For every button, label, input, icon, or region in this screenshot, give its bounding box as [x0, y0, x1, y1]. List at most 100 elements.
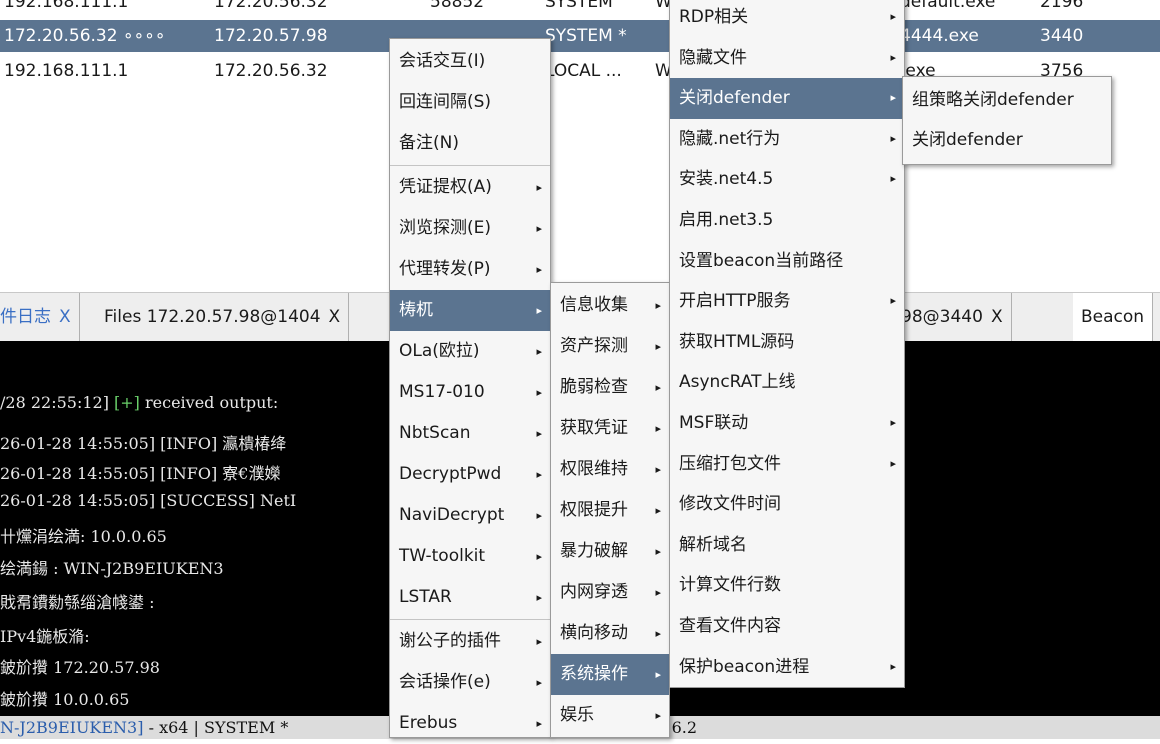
menu-item-label: MSF联动	[679, 413, 749, 433]
menu-item-session-ops[interactable]: 会话操作(e) ▸	[390, 662, 550, 703]
defender-item-disable-defender[interactable]: 关闭defender	[903, 120, 1111, 160]
menu-item-taowu[interactable]: 梼杌 ▸	[390, 290, 550, 331]
menu-item-nbtscan[interactable]: NbtScan ▸	[390, 413, 550, 454]
sysops-item-modify-file-time[interactable]: 修改文件时间	[670, 484, 904, 525]
menu-item-label: 浏览探测(E)	[399, 218, 492, 238]
taowu-item-brute-force[interactable]: 暴力破解 ▸	[551, 531, 669, 572]
console-line: 绘満鍚 : WIN-J2B9EIUKEN3	[0, 559, 224, 578]
menu-item-label: MS17-010	[399, 382, 485, 402]
tab-close-icon[interactable]: X	[991, 307, 1003, 327]
submenu-arrow-icon: ▸	[536, 591, 542, 604]
taowu-item-asset-probe[interactable]: 资产探测 ▸	[551, 326, 669, 367]
taowu-item-lateral-movement[interactable]: 横向移动 ▸	[551, 613, 669, 654]
taowu-item-system-ops[interactable]: 系统操作 ▸	[551, 654, 669, 695]
submenu-arrow-icon: ▸	[655, 463, 661, 476]
menu-item-proxy-pivot[interactable]: 代理转发(P) ▸	[390, 249, 550, 290]
menu-item-label: 关闭defender	[912, 130, 1023, 150]
submenu-arrow-icon: ▸	[536, 468, 542, 481]
menu-item-label: 组策略关闭defender	[912, 90, 1074, 110]
sysops-item-rdp[interactable]: RDP相关 ▸	[670, 0, 904, 38]
cell-pid: 3440	[1040, 26, 1084, 46]
submenu-arrow-icon: ▸	[536, 345, 542, 358]
taowu-item-vuln-check[interactable]: 脆弱检查 ▸	[551, 367, 669, 408]
taowu-item-info-gather[interactable]: 信息收集 ▸	[551, 285, 669, 326]
sysops-item-msf-link[interactable]: MSF联动 ▸	[670, 403, 904, 444]
console-line: 鈹斺攢 10.0.0.65	[0, 690, 130, 709]
sysops-item-count-file-lines[interactable]: 计算文件行数	[670, 565, 904, 606]
taowu-item-fun[interactable]: 娱乐 ▸	[551, 695, 669, 736]
menu-item-navidecrypt[interactable]: NaviDecrypt ▸	[390, 495, 550, 536]
menu-item-sleep-interval[interactable]: 回连间隔(S)	[390, 82, 550, 123]
menu-item-credential-escalate[interactable]: 凭证提权(A) ▸	[390, 167, 550, 208]
sysops-item-enable-net35[interactable]: 启用.net3.5	[670, 200, 904, 241]
sysops-item-disable-defender[interactable]: 关闭defender ▸	[670, 78, 904, 119]
table-row-selected[interactable]: 172.20.56.32 ∘∘∘∘ 172.20.57.98 SYSTEM * …	[0, 20, 1160, 52]
menu-item-browse-explore[interactable]: 浏览探测(E) ▸	[390, 208, 550, 249]
submenu-arrow-icon: ▸	[655, 709, 661, 722]
menu-item-lstar[interactable]: LSTAR ▸	[390, 577, 550, 618]
menu-item-xiegongzi-plugin[interactable]: 谢公子的插件 ▸	[390, 621, 550, 662]
menu-item-label: TW-toolkit	[399, 546, 486, 566]
menu-item-label: 关闭defender	[679, 88, 790, 109]
sysops-item-get-html-source[interactable]: 获取HTML源码	[670, 322, 904, 363]
tab-files[interactable]: Files 172.20.57.98@1404 X	[96, 293, 350, 341]
sysops-item-start-http-server[interactable]: 开启HTTP服务 ▸	[670, 281, 904, 322]
defender-item-gpo-disable-defender[interactable]: 组策略关闭defender	[903, 80, 1111, 120]
taowu-submenu: 信息收集 ▸ 资产探测 ▸ 脆弱检查 ▸ 获取凭证 ▸ 权限维持 ▸ 权限提升 ▸ 暴力破解 ▸ 内网穿透 ▸…	[550, 282, 670, 738]
tab-beacon[interactable]: Beacon	[1073, 293, 1154, 341]
taowu-item-get-credentials[interactable]: 获取凭证 ▸	[551, 408, 669, 449]
menu-item-label: 回连间隔(S)	[399, 92, 492, 112]
submenu-arrow-icon: ▸	[890, 131, 896, 145]
menu-item-decryptpwd[interactable]: DecryptPwd ▸	[390, 454, 550, 495]
sysops-item-resolve-domain[interactable]: 解析域名	[670, 525, 904, 566]
sysops-item-protect-beacon-process[interactable]: 保护beacon进程 ▸	[670, 647, 904, 688]
cell-pid: 2196	[1040, 0, 1084, 12]
sysops-item-view-file[interactable]: 查看文件内容	[670, 606, 904, 647]
taowu-item-privilege-escalation[interactable]: 权限提升 ▸	[551, 490, 669, 531]
menu-item-ms17-010[interactable]: MS17-010 ▸	[390, 372, 550, 413]
submenu-arrow-icon: ▸	[890, 294, 896, 308]
menu-item-ola[interactable]: OLa(欧拉) ▸	[390, 331, 550, 372]
submenu-arrow-icon: ▸	[655, 381, 661, 394]
cell-internal: 172.20.56.32	[214, 0, 328, 12]
submenu-arrow-icon: ▸	[655, 422, 661, 435]
table-row[interactable]: 192.168.111.1 172.20.56.32 58852 SYSTEM …	[0, 0, 1160, 18]
tab-event-log[interactable]: 件日志 X	[0, 293, 80, 341]
tab-close-icon[interactable]: X	[329, 307, 341, 327]
console-line: 26-01-28 14:55:05] [INFO] 寮€濮嬫	[0, 464, 281, 483]
menu-item-erebus[interactable]: Erebus ▸	[390, 703, 550, 744]
submenu-arrow-icon: ▸	[536, 427, 542, 440]
sysops-item-compress-files[interactable]: 压缩打包文件 ▸	[670, 444, 904, 485]
menu-item-label: 代理转发(P)	[399, 259, 491, 279]
tab-label: 件日志	[0, 307, 51, 327]
tab-close-icon[interactable]: X	[59, 307, 71, 327]
submenu-arrow-icon: ▸	[536, 717, 542, 730]
sysops-item-hide-net-behavior[interactable]: 隐藏.net行为 ▸	[670, 119, 904, 160]
submenu-arrow-icon: ▸	[890, 91, 896, 105]
submenu-arrow-icon: ▸	[655, 340, 661, 353]
sysops-item-asyncrat[interactable]: AsyncRAT上线	[670, 362, 904, 403]
cell-process: 4444.exe	[900, 26, 979, 46]
console-line: /28 22:55:12] [+] received output:	[0, 393, 279, 412]
menu-item-note[interactable]: 备注(N)	[390, 123, 550, 164]
sysops-item-hide-file[interactable]: 隐藏文件 ▸	[670, 38, 904, 79]
menu-separator	[390, 165, 550, 166]
taowu-item-intranet-tunnel[interactable]: 内网穿透 ▸	[551, 572, 669, 613]
menu-item-label: 压缩打包文件	[679, 453, 781, 474]
menu-item-label: 系统操作	[560, 664, 628, 684]
menu-item-label: 暴力破解	[560, 541, 628, 561]
menu-item-label: 权限维持	[560, 459, 628, 479]
menu-item-label: 获取凭证	[560, 418, 628, 438]
cell-internal: 172.20.56.32	[214, 61, 328, 81]
taowu-item-persistence[interactable]: 权限维持 ▸	[551, 449, 669, 490]
sysops-item-set-beacon-path[interactable]: 设置beacon当前路径	[670, 241, 904, 282]
console-line: IPv4鍦板潃:	[0, 627, 90, 646]
menu-item-label: 设置beacon当前路径	[679, 250, 844, 271]
submenu-arrow-icon: ▸	[890, 172, 896, 186]
menu-item-label: NbtScan	[399, 423, 471, 443]
menu-item-label: Erebus	[399, 713, 458, 733]
submenu-arrow-icon: ▸	[536, 304, 542, 317]
sysops-item-install-net45[interactable]: 安装.net4.5 ▸	[670, 159, 904, 200]
menu-item-tw-toolkit[interactable]: TW-toolkit ▸	[390, 536, 550, 577]
menu-item-session-interact[interactable]: 会话交互(I)	[390, 41, 550, 82]
